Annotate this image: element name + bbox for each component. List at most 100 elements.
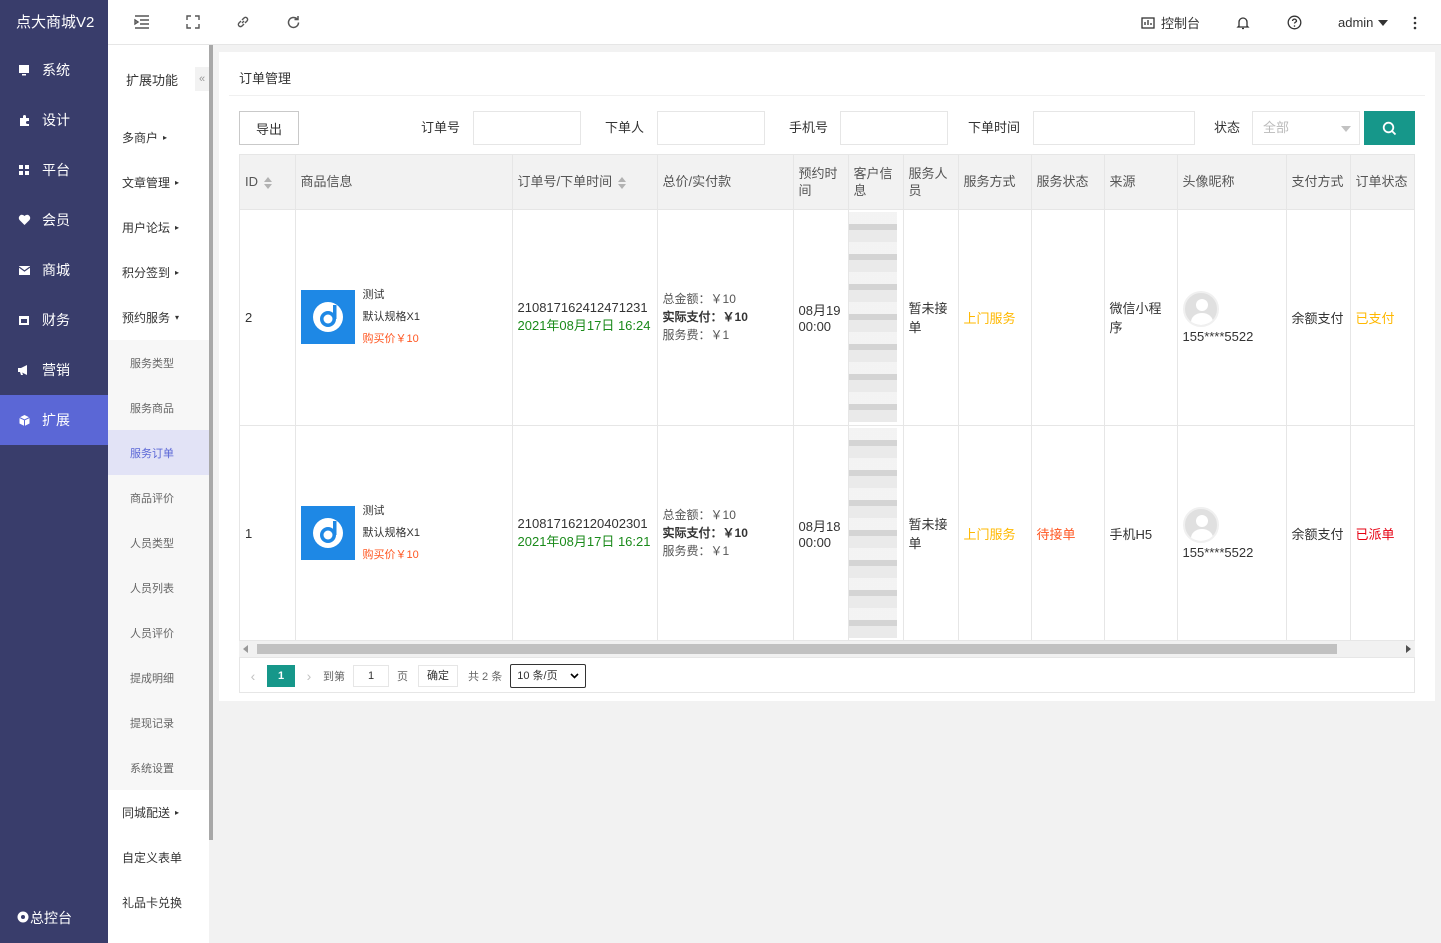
search-icon [1382, 121, 1397, 136]
sub-nav-child[interactable]: 服务订单 [108, 430, 209, 475]
sub-nav-label: 人员类型 [130, 537, 174, 550]
chevron-down-icon [570, 672, 579, 679]
order-cell: 210817162412471231 2021年08月17日 16:24 [512, 209, 658, 426]
sub-nav-item[interactable]: 用户论坛 ▸ [108, 205, 209, 250]
fullscreen-icon[interactable] [184, 13, 202, 31]
search-button[interactable] [1364, 111, 1415, 145]
nav-item-label: 设计 [42, 112, 70, 128]
table-row[interactable]: 2 测试 默认规格X1 购买价￥10 210817162412471231 2021年08… [240, 209, 1414, 426]
column-header[interactable]: ID [240, 155, 296, 210]
sub-nav-item[interactable]: 同城配送 ▸ [108, 790, 209, 835]
service-mode-cell: 上门服务 [958, 425, 1032, 642]
nav-item-label: 系统 [42, 62, 70, 78]
phone-label: 手机号 [789, 120, 829, 135]
table-horizontal-scrollbar[interactable] [239, 640, 1415, 657]
sub-nav-item[interactable]: 自定义表单 [108, 835, 209, 880]
product-logo-icon[interactable] [300, 290, 355, 344]
next-page-icon[interactable]: › [295, 668, 323, 684]
sub-nav-label: 预约服务 [122, 311, 171, 325]
column-header: 来源 [1104, 155, 1178, 210]
total-label: 总金额： [662, 508, 711, 522]
console-link[interactable]: 控制台 [1141, 0, 1200, 45]
staff-cell: 暂未接单 [903, 425, 959, 642]
sub-nav-child[interactable]: 人员评价 [108, 610, 209, 655]
sub-nav-child[interactable]: 系统设置 [108, 745, 209, 790]
appointment-date: 08月19 [798, 303, 841, 318]
table-row[interactable]: 1 测试 默认规格X1 购买价￥10 210817162120402301 2021年08… [240, 425, 1414, 642]
total-count: 共 2 条 [468, 670, 503, 683]
staff-cell: 暂未接单 [903, 209, 959, 426]
sort-icon[interactable] [618, 176, 627, 189]
sub-nav-item[interactable]: 预约服务 ▾ [108, 295, 209, 340]
goods-spec: 默认规格X1 [362, 527, 420, 539]
buyer-input[interactable] [657, 111, 765, 145]
more-icon[interactable] [1413, 0, 1417, 45]
sort-icon[interactable] [264, 176, 272, 189]
menu-fold-icon[interactable] [133, 13, 151, 31]
sub-nav-child[interactable]: 提现记录 [108, 700, 209, 745]
prev-page-icon[interactable]: ‹ [239, 668, 267, 684]
nav-item[interactable]: 会员 [0, 195, 108, 245]
sub-nav-label: 同城配送 [122, 806, 171, 820]
nav-item[interactable]: 财务 [0, 295, 108, 345]
nav-item[interactable]: 商城 [0, 245, 108, 295]
column-header[interactable]: 订单号/下单时间 [512, 155, 658, 210]
id-cell: 2 [240, 209, 296, 426]
page-unit-label: 页 [397, 670, 408, 683]
id-cell: 1 [240, 425, 296, 642]
status-select[interactable]: 全部 [1252, 111, 1360, 145]
brand-title: 点大商城V2 [16, 14, 95, 31]
gear-icon [16, 910, 30, 927]
nav-item[interactable]: 设计 [0, 95, 108, 145]
refresh-icon[interactable] [284, 13, 302, 31]
sub-nav-child[interactable]: 服务类型 [108, 340, 209, 385]
sub-nav-item[interactable]: 文章管理 ▸ [108, 160, 209, 205]
nav-item-dashboard[interactable]: 总控台 [0, 893, 108, 943]
time-input[interactable] [1033, 111, 1195, 145]
export-button[interactable]: 导出 [239, 111, 299, 145]
product-logo-icon[interactable] [300, 506, 355, 560]
nav-item-label: 扩展 [42, 412, 70, 428]
time-label: 下单时间 [968, 120, 1021, 135]
user-name: admin [1338, 15, 1374, 30]
sub-nav-child[interactable]: 服务商品 [108, 385, 209, 430]
sub-nav-item[interactable]: 礼品卡兑换 [108, 880, 209, 925]
goods-price: 购买价￥10 [362, 333, 419, 345]
sub-nav-item[interactable]: 多商户 ▸ [108, 115, 209, 160]
scroll-right-icon[interactable] [1406, 645, 1411, 653]
sub-nav-child[interactable]: 商品评价 [108, 475, 209, 520]
order-no-input[interactable] [473, 111, 581, 145]
nav-item[interactable]: 系统 [0, 45, 108, 95]
goto-confirm-button[interactable]: 确定 [418, 664, 458, 687]
avatar [1182, 290, 1219, 327]
scrollbar-thumb[interactable] [257, 644, 1337, 654]
heart-icon [16, 212, 32, 228]
buyer-label: 下单人 [605, 120, 645, 135]
nav-item[interactable]: 营销 [0, 345, 108, 395]
link-icon[interactable] [234, 13, 252, 31]
sub-nav-child[interactable]: 人员列表 [108, 565, 209, 610]
service-status-cell: 待接单 [1031, 425, 1105, 642]
nav-item[interactable]: 平台 [0, 145, 108, 195]
nav-item-label: 总控台 [30, 910, 72, 926]
phone-input[interactable] [840, 111, 948, 145]
column-header-label: ID [245, 174, 258, 190]
sidebar-scrollbar[interactable] [209, 45, 213, 840]
scroll-left-icon[interactable] [243, 645, 248, 653]
goods-cell: 测试 默认规格X1 购买价￥10 [295, 209, 513, 426]
order-status-cell: 已派单 [1350, 425, 1414, 642]
goto-page-input[interactable]: 1 [353, 664, 389, 687]
help-icon[interactable] [1287, 0, 1302, 45]
sub-nav-item[interactable]: 积分签到 ▸ [108, 250, 209, 295]
customer-info-blurred [848, 212, 897, 422]
sidebar-title: 扩展功能 [126, 73, 179, 88]
bell-icon[interactable] [1236, 0, 1250, 45]
current-page[interactable]: 1 [267, 664, 295, 687]
chevron-icon: ▸ [175, 178, 180, 187]
page-size-select[interactable]: 10 条/页 [510, 663, 586, 688]
sub-nav-child[interactable]: 人员类型 [108, 520, 209, 565]
nav-item[interactable]: 扩展 [0, 395, 108, 445]
collapse-button[interactable]: « [195, 67, 209, 91]
sub-nav-child[interactable]: 提成明细 [108, 655, 209, 700]
user-menu[interactable]: admin [1338, 0, 1389, 45]
